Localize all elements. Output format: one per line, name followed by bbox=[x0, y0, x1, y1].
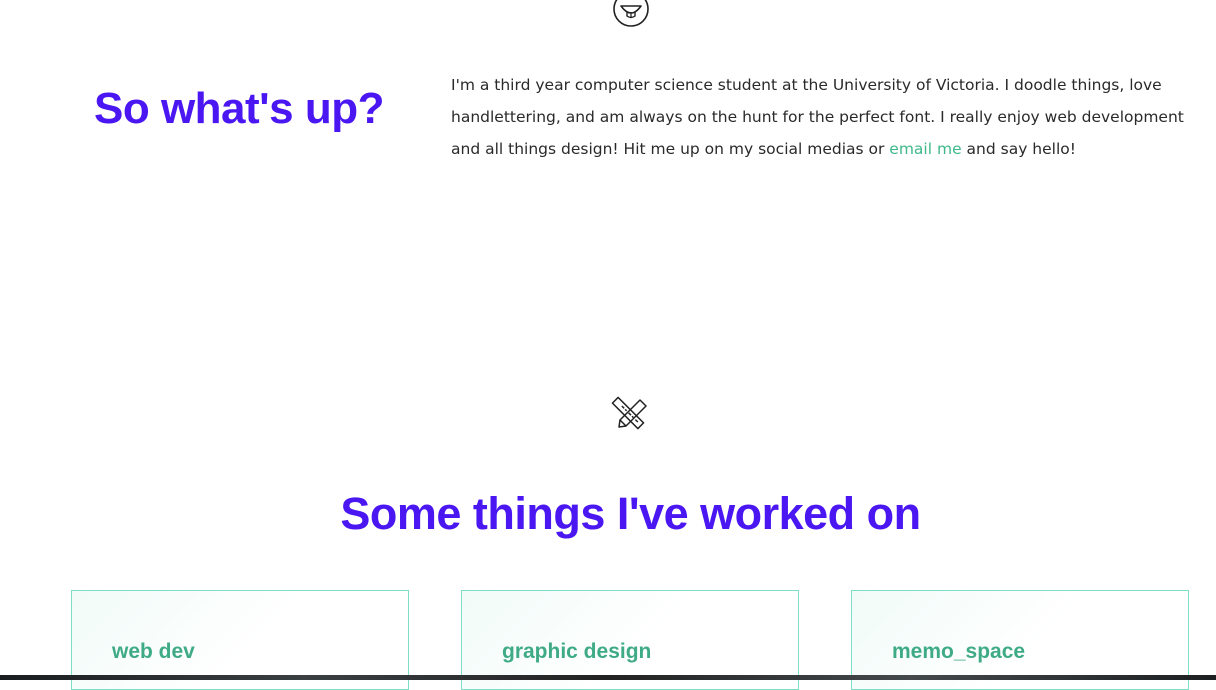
project-card-label: web dev bbox=[112, 640, 195, 663]
work-heading: Some things I've worked on bbox=[340, 488, 921, 539]
project-card-label: graphic design bbox=[502, 640, 652, 663]
pencil-ruler-icon bbox=[611, 396, 647, 430]
about-paragraph: I'm a third year computer science studen… bbox=[451, 69, 1211, 165]
project-card-label: memo_space bbox=[892, 640, 1026, 663]
smiley-face-icon bbox=[613, 0, 649, 27]
email-me-link[interactable]: email me bbox=[889, 140, 961, 158]
about-text-end: and say hello! bbox=[961, 140, 1076, 158]
about-heading: So what's up? bbox=[94, 84, 384, 133]
next-section-edge bbox=[0, 675, 1216, 680]
